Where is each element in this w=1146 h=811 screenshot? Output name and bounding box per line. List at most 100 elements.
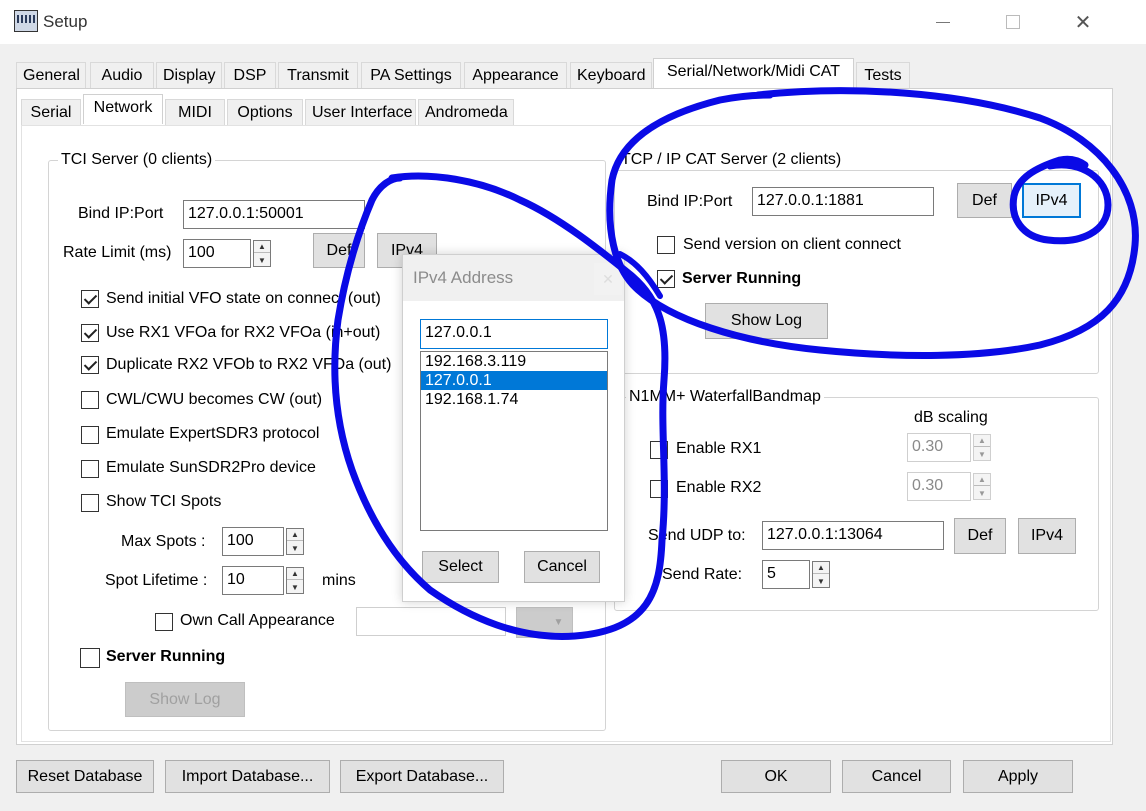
stepper-up-icon[interactable]: ▲ [287,529,303,541]
close-icon[interactable]: ✕ [594,263,622,295]
tab-keyboard[interactable]: Keyboard [570,62,652,88]
tab-appearance[interactable]: Appearance [464,62,567,88]
tab-dsp[interactable]: DSP [224,62,276,88]
reset-database-button[interactable]: Reset Database [16,760,154,793]
tci-bind-input[interactable]: 127.0.0.1:50001 [183,200,365,229]
send-version-checkbox[interactable] [657,236,675,254]
dialog-cancel-button[interactable]: Cancel [524,551,600,583]
maximize-icon[interactable] [990,0,1036,44]
udp-def-button[interactable]: Def [954,518,1006,554]
tci-server-title: TCI Server (0 clients) [58,151,216,169]
udp-input[interactable]: 127.0.0.1:13064 [762,521,944,550]
tcpip-server-running-checkbox[interactable] [657,270,675,288]
stepper-down-icon[interactable]: ▼ [813,575,829,587]
close-icon[interactable]: ✕ [1060,0,1106,44]
rx1-db-input[interactable]: 0.30 [907,433,971,462]
max-spots-stepper[interactable]: ▲ ▼ [286,528,304,555]
stepper-up-icon[interactable]: ▲ [813,562,829,574]
cancel-button[interactable]: Cancel [842,760,951,793]
own-call-color-field [356,607,506,636]
tcpip-bind-label: Bind IP:Port [647,193,733,210]
send-version-label: Send version on client connect [683,236,901,253]
tci-server-running-checkbox[interactable] [80,648,100,668]
tab-tests[interactable]: Tests [856,62,910,88]
spot-lifetime-input[interactable]: 10 [222,566,284,595]
tcpip-server-running-label: Server Running [682,270,802,287]
stepper-up-icon[interactable]: ▲ [974,474,990,486]
tci-def-button[interactable]: Def [313,233,365,268]
tci-opt-6-label: Emulate SunSDR2Pro device [106,459,316,476]
tci-server-running-label: Server Running [106,648,226,665]
tci-opt-6-checkbox[interactable] [81,460,99,478]
tab-options[interactable]: Options [227,99,303,125]
apply-button[interactable]: Apply [963,760,1073,793]
tcpip-def-button[interactable]: Def [957,183,1012,218]
tab-audio[interactable]: Audio [90,62,154,88]
rx2-db-stepper[interactable]: ▲ ▼ [973,473,991,500]
udp-ipv4-button[interactable]: IPv4 [1018,518,1076,554]
import-database-button[interactable]: Import Database... [165,760,330,793]
tab-network[interactable]: Network [83,94,163,124]
stepper-up-icon[interactable]: ▲ [254,241,270,253]
tci-opt-7-label: Show TCI Spots [106,493,222,510]
tci-rate-label: Rate Limit (ms) [63,244,172,261]
tab-transmit[interactable]: Transmit [278,62,358,88]
tci-opt-7-checkbox[interactable] [81,494,99,512]
minimize-icon[interactable] [920,0,966,44]
list-item[interactable]: 127.0.0.1 [421,371,607,390]
tab-user-interface[interactable]: User Interface [305,99,416,125]
tci-opt-2-checkbox[interactable] [81,324,99,342]
tab-general[interactable]: General [16,62,86,88]
rx1-db-stepper[interactable]: ▲ ▼ [973,434,991,461]
stepper-up-icon[interactable]: ▲ [287,568,303,580]
udp-label: Send UDP to: [648,527,746,544]
max-spots-input[interactable]: 100 [222,527,284,556]
stepper-down-icon[interactable]: ▼ [974,487,990,499]
stepper-down-icon[interactable]: ▼ [287,542,303,554]
tcpip-cat-title: TCP / IP CAT Server (2 clients) [618,151,845,169]
stepper-down-icon[interactable]: ▼ [287,581,303,593]
app-icon [14,10,38,32]
tci-opt-3-label: Duplicate RX2 VFOb to RX2 VFOa (out) [106,356,392,373]
export-database-button[interactable]: Export Database... [340,760,504,793]
tab-midi[interactable]: MIDI [165,99,225,125]
tci-show-log-button[interactable]: Show Log [125,682,245,717]
mins-label: mins [322,572,356,589]
tab-serial-network-midi-cat[interactable]: Serial/Network/Midi CAT [653,58,854,88]
tci-rate-stepper[interactable]: ▲ ▼ [253,240,271,267]
n1mm-title: N1MM+ WaterfallBandmap [626,388,824,406]
own-call-dropdown[interactable]: ▼ [516,607,573,638]
tcpip-bind-input[interactable]: 127.0.0.1:1881 [752,187,934,216]
stepper-down-icon[interactable]: ▼ [254,254,270,266]
tci-opt-1-checkbox[interactable] [81,290,99,308]
title-bar: Setup ✕ [0,0,1146,44]
rx2-db-input[interactable]: 0.30 [907,472,971,501]
tcpip-show-log-button[interactable]: Show Log [705,303,828,339]
tcpip-ipv4-button[interactable]: IPv4 [1022,183,1081,218]
stepper-up-icon[interactable]: ▲ [974,435,990,447]
tab-serial[interactable]: Serial [21,99,81,125]
spot-lifetime-label: Spot Lifetime : [105,572,208,589]
stepper-down-icon[interactable]: ▼ [974,448,990,460]
tci-opt-5-checkbox[interactable] [81,426,99,444]
tab-display[interactable]: Display [156,62,222,88]
tab-pa-settings[interactable]: PA Settings [361,62,461,88]
tci-opt-2-label: Use RX1 VFOa for RX2 VFOa (in+out) [106,324,381,341]
tci-opt-3-checkbox[interactable] [81,356,99,374]
list-item[interactable]: 192.168.3.119 [421,352,607,371]
ok-button[interactable]: OK [721,760,831,793]
ipv4-address-input[interactable]: 127.0.0.1 [420,319,608,349]
enable-rx1-checkbox[interactable] [650,441,668,459]
dialog-select-button[interactable]: Select [422,551,499,583]
tab-andromeda[interactable]: Andromeda [418,99,514,125]
tci-opt-4-checkbox[interactable] [81,391,99,409]
send-rate-stepper[interactable]: ▲ ▼ [812,561,830,588]
list-item[interactable]: 192.168.1.74 [421,390,607,409]
enable-rx2-checkbox[interactable] [650,480,668,498]
tci-rate-input[interactable]: 100 [183,239,251,268]
db-scaling-label: dB scaling [914,409,988,426]
send-rate-input[interactable]: 5 [762,560,810,589]
own-call-checkbox[interactable] [155,613,173,631]
ipv4-address-list[interactable]: 192.168.3.119 127.0.0.1 192.168.1.74 [420,351,608,531]
spot-lifetime-stepper[interactable]: ▲ ▼ [286,567,304,594]
